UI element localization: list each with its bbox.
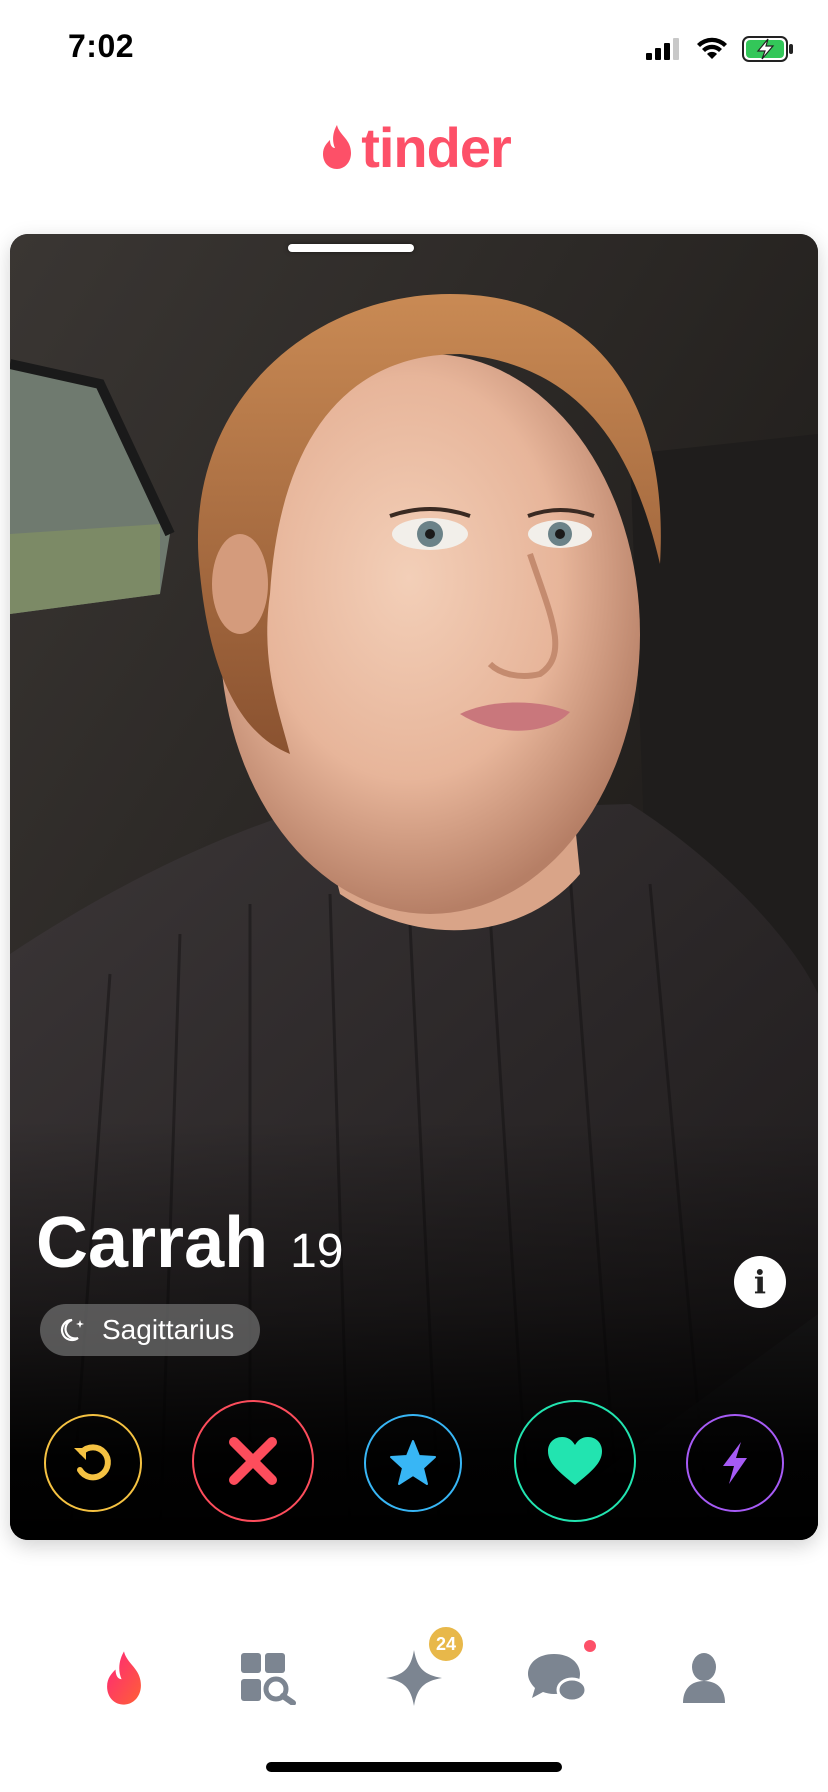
nav-explore[interactable] (228, 1638, 308, 1718)
nav-profile[interactable] (664, 1638, 744, 1718)
super-like-button[interactable] (364, 1414, 462, 1512)
bottom-nav: 24 (0, 1610, 828, 1730)
chat-icon (528, 1654, 588, 1703)
heart-icon (548, 1437, 602, 1485)
profile-icon (683, 1653, 725, 1703)
signal-icon (646, 38, 679, 60)
battery-charging-icon (742, 36, 793, 62)
rewind-icon (74, 1444, 111, 1481)
photo-indicator (288, 244, 414, 252)
action-row (10, 1394, 818, 1534)
logo-text: tinder (361, 115, 512, 179)
wifi-icon (697, 37, 727, 59)
like-button[interactable] (514, 1400, 636, 1522)
boost-button[interactable] (686, 1414, 784, 1512)
app-logo: tinder (0, 112, 828, 182)
zodiac-label: Sagittarius (102, 1314, 235, 1345)
home-indicator (266, 1762, 562, 1772)
flame-icon (107, 1651, 141, 1705)
rewind-button[interactable] (44, 1414, 142, 1512)
x-icon (229, 1437, 277, 1485)
explore-icon (241, 1653, 296, 1705)
star-icon (390, 1440, 436, 1485)
flame-icon (323, 125, 352, 169)
bolt-icon (723, 1442, 747, 1484)
status-icons (646, 34, 794, 64)
chat-notification-dot (584, 1640, 596, 1652)
profile-age: 19 (290, 1225, 344, 1278)
nope-button[interactable] (192, 1400, 314, 1522)
profile-name: Carrah (36, 1203, 269, 1283)
sparkle-badge: 24 (426, 1624, 466, 1664)
profile-name-row: Carrah 19 (36, 1202, 344, 1284)
nav-discover[interactable] (84, 1638, 164, 1718)
moon-stars-icon (60, 1318, 84, 1342)
status-bar: 7:02 (0, 0, 828, 100)
zodiac-badge: Sagittarius (40, 1304, 261, 1356)
status-time: 7:02 (68, 28, 135, 64)
info-button[interactable]: i (734, 1256, 786, 1308)
profile-card[interactable]: Carrah 19 Sagittarius i (10, 234, 818, 1540)
